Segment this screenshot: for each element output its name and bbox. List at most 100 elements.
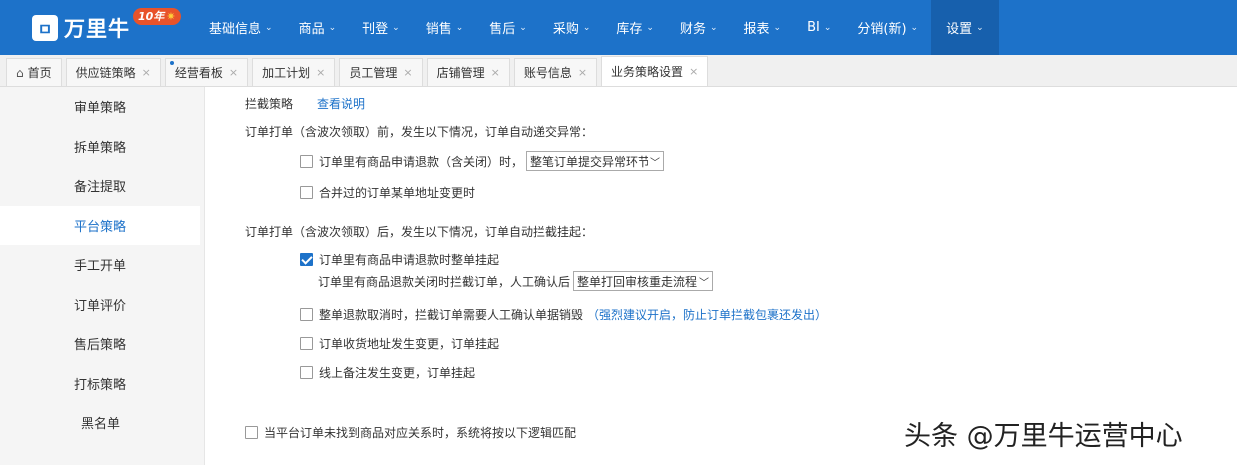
nav-item[interactable]: BI ⌄ <box>794 0 844 55</box>
before-refund-checkbox[interactable] <box>300 154 313 168</box>
tab[interactable]: 员工管理 × <box>339 58 423 86</box>
help-link[interactable]: 查看说明 <box>317 95 365 112</box>
watermark: 头条 @万里牛运营中心 <box>904 421 1183 452</box>
after-remark-label: 线上备注发生变更，订单挂起 <box>319 366 476 380</box>
match-checkbox[interactable] <box>245 426 258 439</box>
nav-item-label: 库存 <box>616 22 643 37</box>
nav-item[interactable]: 分销(新) ⌄ <box>844 0 931 55</box>
nav-item-label: 财务 <box>679 22 706 37</box>
tab[interactable]: 店铺管理 × <box>426 58 510 86</box>
nav-item-label: 基础信息 <box>209 22 262 37</box>
close-icon[interactable]: × <box>229 66 238 79</box>
tab-label: 店铺管理 <box>436 66 485 80</box>
tab-label: 业务策略设置 <box>611 65 684 79</box>
nav-item-label: 刊登 <box>362 22 389 37</box>
nav-item[interactable]: 库存 ⌄ <box>603 0 667 55</box>
nav-item[interactable]: 设置 ⌄ <box>931 0 999 55</box>
chevron-down-icon: ⌄ <box>910 22 919 33</box>
sidebar-item-label: 打标策略 <box>74 377 127 393</box>
nav-item[interactable]: 基础信息 ⌄ <box>196 0 286 55</box>
before-refund-label: 订单里有商品申请退款（含关闭）时， <box>319 154 524 169</box>
nav-item-label: 销售 <box>425 22 452 37</box>
sidebar-item-label: 拆单策略 <box>74 140 127 156</box>
logo[interactable]: ㅁ 万里牛 10年 ✷ <box>0 0 196 55</box>
main-content: 拦截策略 查看说明 订单打单（含波次领取）前，发生以下情况，订单自动递交异常： … <box>245 87 1235 465</box>
tab[interactable]: ⌂ 首页 <box>6 58 62 86</box>
tab[interactable]: 供应链策略 × <box>65 58 161 86</box>
chevron-down-icon: ⌄ <box>773 22 782 33</box>
anniversary-badge: 10年 ✷ <box>133 8 181 25</box>
tab-label: 经营看板 <box>174 66 223 80</box>
nav-item-label: 商品 <box>298 22 325 37</box>
nav-item[interactable]: 商品 ⌄ <box>286 0 350 55</box>
after-refund-sub-select-value: 整单打回审核重走流程 <box>577 274 698 289</box>
after-address-option: 订单收货地址发生变更，订单挂起 <box>300 335 499 352</box>
before-address-label: 合并过的订单某单地址变更时 <box>319 186 476 200</box>
after-refund-sub-select[interactable]: 整单打回审核重走流程 ﹀ <box>573 271 714 291</box>
chevron-down-icon: ⌄ <box>519 22 527 33</box>
close-icon[interactable]: × <box>403 66 412 79</box>
chevron-down-icon: ⌄ <box>646 22 654 33</box>
logo-text: 万里牛 <box>64 16 130 41</box>
close-icon[interactable]: × <box>689 65 698 78</box>
nav-item[interactable]: 采购 ⌄ <box>540 0 604 55</box>
before-refund-option: 订单里有商品申请退款（含关闭）时， 整笔订单提交异常环节 ﹀ <box>300 151 665 171</box>
chevron-down-icon: ⌄ <box>823 22 832 33</box>
sidebar-item[interactable]: 备注提取 <box>0 166 204 206</box>
sidebar-item[interactable]: 拆单策略 <box>0 127 204 167</box>
nav-item[interactable]: 销售 ⌄ <box>413 0 477 55</box>
close-icon[interactable]: × <box>316 66 325 79</box>
nav-item[interactable]: 财务 ⌄ <box>667 0 731 55</box>
close-icon[interactable]: × <box>142 66 151 79</box>
tab-label: 加工计划 <box>262 66 311 80</box>
chevron-down-icon: ⌄ <box>265 22 273 33</box>
before-refund-select[interactable]: 整笔订单提交异常环节 ﹀ <box>526 151 665 171</box>
nav-item[interactable]: 刊登 ⌄ <box>349 0 413 55</box>
after-refund-sub-label: 订单里有商品退款关闭时拦截订单，人工确认后 <box>318 274 571 289</box>
tab[interactable]: 账号信息 × <box>513 58 598 86</box>
chevron-down-icon: ⌄ <box>392 22 400 33</box>
after-cancel-label: 整单退款取消时，拦截订单需要人工确认单据销毁 <box>319 308 584 322</box>
sidebar-item[interactable]: 审单策略 <box>0 87 204 127</box>
sidebar-item[interactable]: 手工开单 <box>0 245 204 285</box>
tab-label: 供应链策略 <box>75 66 136 80</box>
sidebar-item[interactable]: 平台策略 <box>0 205 200 245</box>
nav-item[interactable]: 报表 ⌄ <box>731 0 795 55</box>
after-cancel-option: 整单退款取消时，拦截订单需要人工确认单据销毁 （强烈建议开启，防止订单拦截包裹还… <box>300 306 827 323</box>
chevron-down-icon: ⌄ <box>455 22 464 33</box>
after-address-checkbox[interactable] <box>300 337 313 350</box>
after-cancel-checkbox[interactable] <box>300 308 313 321</box>
sidebar-item[interactable]: 订单评价 <box>0 285 204 325</box>
sidebar: 审单策略拆单策略备注提取平台策略手工开单订单评价售后策略打标策略黑名单 <box>0 87 205 465</box>
sidebar-item[interactable]: 黑名单 <box>0 403 204 443</box>
sidebar-item-label: 手工开单 <box>74 259 127 275</box>
after-remark-checkbox[interactable] <box>300 366 313 379</box>
nav-item[interactable]: 售后 ⌄ <box>476 0 540 55</box>
close-icon[interactable]: × <box>578 66 587 79</box>
before-print-heading: 订单打单（含波次领取）前，发生以下情况，订单自动递交异常： <box>245 125 594 139</box>
chevron-down-icon: ⌄ <box>976 22 984 33</box>
sidebar-item[interactable]: 售后策略 <box>0 324 204 364</box>
sidebar-item-label: 备注提取 <box>74 180 127 196</box>
tab[interactable]: 业务策略设置 × <box>601 56 709 86</box>
logo-mark-icon: ㅁ <box>32 14 58 41</box>
after-refund-option: 订单里有商品申请退款时整单挂起 <box>300 251 499 268</box>
tab[interactable]: 经营看板 × <box>164 58 249 86</box>
after-address-label: 订单收货地址发生变更，订单挂起 <box>319 337 500 351</box>
sidebar-item-label: 售后策略 <box>74 338 127 354</box>
close-icon[interactable]: × <box>491 66 500 79</box>
sidebar-item-label: 订单评价 <box>74 298 127 314</box>
sidebar-item[interactable]: 打标策略 <box>0 364 204 404</box>
section-title: 拦截策略 <box>245 97 294 111</box>
after-refund-checkbox[interactable] <box>300 253 313 266</box>
before-address-option: 合并过的订单某单地址变更时 <box>300 184 475 201</box>
after-print-heading: 订单打单（含波次领取）后，发生以下情况，订单自动拦截挂起： <box>245 225 594 239</box>
chevron-down-icon: ⌄ <box>582 22 591 33</box>
chevron-down-icon: ⌄ <box>328 22 337 33</box>
tab-label: 员工管理 <box>349 66 398 80</box>
tab[interactable]: 加工计划 × <box>252 58 336 86</box>
nav-item-label: 报表 <box>743 22 770 37</box>
match-option: 当平台订单未找到商品对应关系时，系统将按以下逻辑匹配 <box>245 424 576 441</box>
before-address-checkbox[interactable] <box>300 186 313 199</box>
home-icon: ⌂ <box>16 65 24 80</box>
